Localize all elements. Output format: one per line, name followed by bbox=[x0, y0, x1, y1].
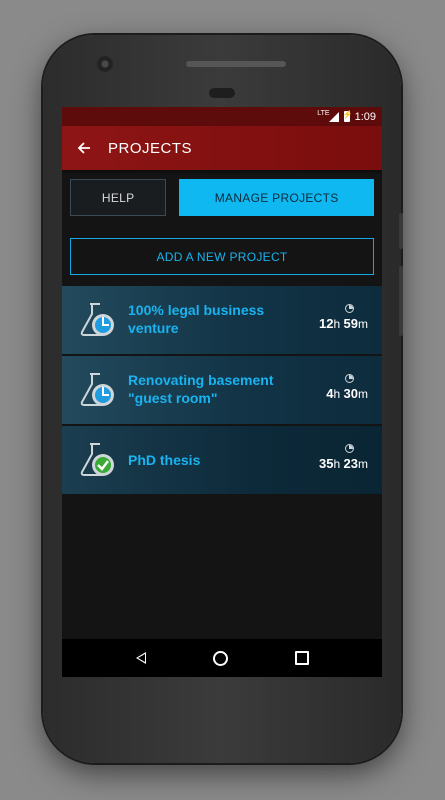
time-hours: 12 bbox=[319, 316, 334, 331]
app-bar: PROJECTS bbox=[62, 126, 382, 170]
system-nav-bar bbox=[62, 639, 382, 677]
clock-icon bbox=[345, 444, 354, 453]
nav-recents-icon[interactable] bbox=[294, 651, 309, 665]
back-arrow-glyph bbox=[77, 142, 90, 154]
hours-unit: h bbox=[333, 457, 341, 471]
project-list: 100% legal business venture 12h 59m Reno… bbox=[62, 286, 382, 494]
flask-gear-completed-icon bbox=[80, 443, 114, 476]
add-project-button[interactable]: ADD A NEW PROJECT bbox=[70, 238, 374, 275]
tab-bar: HELP MANAGE PROJECTS bbox=[62, 179, 382, 216]
volume-button bbox=[399, 266, 403, 336]
tab-manage-projects[interactable]: MANAGE PROJECTS bbox=[179, 179, 374, 216]
battery-charging-icon bbox=[343, 110, 353, 122]
earpiece bbox=[209, 88, 235, 98]
project-time: 4h 30m bbox=[288, 374, 368, 401]
page-title: PROJECTS bbox=[108, 139, 193, 157]
power-button bbox=[399, 213, 403, 249]
project-name: 100% legal business venture bbox=[128, 302, 265, 336]
project-name: PhD thesis bbox=[128, 452, 201, 468]
flask-gear-in-progress-icon bbox=[80, 303, 114, 336]
hours-unit: h bbox=[333, 387, 341, 401]
time-minutes: 23 bbox=[343, 456, 358, 471]
front-camera bbox=[97, 56, 113, 72]
clock-icon bbox=[345, 304, 354, 313]
back-arrow-icon[interactable] bbox=[62, 126, 106, 170]
minutes-unit: m bbox=[358, 457, 368, 471]
lte-label: LTE bbox=[317, 110, 330, 117]
screen: LTE 1:09 PROJECTS HELP MANAGE PROJECTS A… bbox=[62, 107, 382, 677]
time-hours: 4 bbox=[326, 386, 334, 401]
project-time: 35h 23m bbox=[288, 444, 368, 471]
hours-unit: h bbox=[333, 317, 341, 331]
project-row[interactable]: 100% legal business venture 12h 59m bbox=[62, 286, 382, 354]
nav-back-icon[interactable] bbox=[135, 652, 146, 664]
status-bar: LTE 1:09 bbox=[62, 107, 382, 126]
nav-home-icon[interactable] bbox=[212, 650, 228, 666]
time-hours: 35 bbox=[319, 456, 334, 471]
flask-gear-in-progress-icon bbox=[80, 373, 114, 406]
tab-help[interactable]: HELP bbox=[70, 179, 167, 216]
project-time: 12h 59m bbox=[288, 304, 368, 331]
clock-icon bbox=[345, 374, 354, 383]
project-name: Renovating basement "guest room" bbox=[128, 372, 274, 406]
status-time: 1:09 bbox=[354, 110, 376, 123]
project-row[interactable]: Renovating basement "guest room" 4h 30m bbox=[62, 356, 382, 424]
time-minutes: 59 bbox=[343, 316, 358, 331]
project-row[interactable]: PhD thesis 35h 23m bbox=[62, 426, 382, 494]
minutes-unit: m bbox=[358, 317, 368, 331]
minutes-unit: m bbox=[358, 387, 368, 401]
signal-icon bbox=[328, 111, 339, 122]
time-minutes: 30 bbox=[343, 386, 358, 401]
speaker-grille bbox=[186, 61, 286, 67]
